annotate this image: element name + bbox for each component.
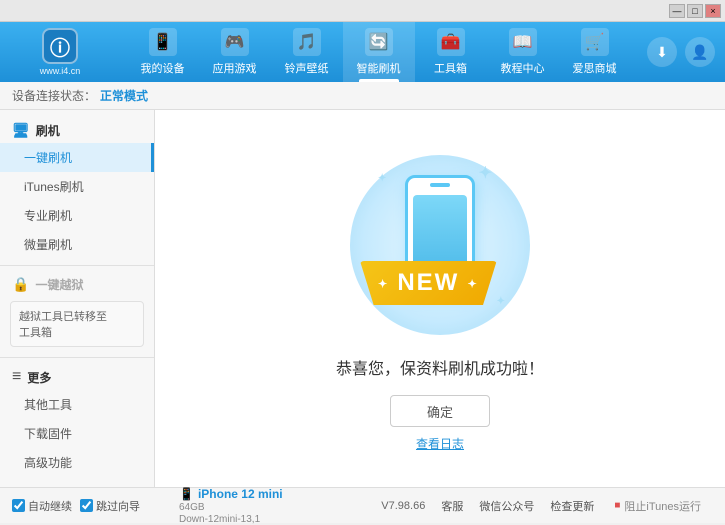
auto-continue-checkbox[interactable] (12, 499, 25, 512)
nav-device-icon: 📱 (149, 28, 177, 56)
more-section-icon: ≡ (12, 368, 21, 386)
close-button[interactable]: × (705, 4, 721, 18)
status-label: 设备连接状态： (12, 87, 96, 104)
jailbreak-notice: 越狱工具已转移至工具箱 (10, 301, 144, 347)
top-nav: ⓘ www.i4.cn 📱 我的设备 🎮 应用游戏 🎵 铃声壁纸 🔄 智能刷机 … (0, 22, 725, 82)
nav-ringtones-label: 铃声壁纸 (285, 60, 329, 76)
device-phone-icon: 📱 (179, 487, 194, 501)
success-illustration: ✦ ✦ ✦ ✦ NEW ✦ (340, 145, 540, 345)
download-button[interactable]: ⬇ (647, 37, 677, 67)
nav-device-label: 我的设备 (141, 60, 185, 76)
check-update-link[interactable]: 检查更新 (550, 498, 594, 514)
minimize-button[interactable]: — (669, 4, 685, 18)
phone-speaker (430, 183, 450, 187)
micro-flash-label: 微量刷机 (24, 236, 72, 253)
itunes-status-text: 阻止iTunes运行 (624, 498, 701, 514)
divider-2 (0, 357, 154, 358)
secondary-link[interactable]: 查看日志 (416, 435, 464, 452)
nav-apps-label: 应用游戏 (213, 60, 257, 76)
nav-items: 📱 我的设备 🎮 应用游戏 🎵 铃声壁纸 🔄 智能刷机 🧰 工具箱 📖 教程中心… (110, 22, 647, 82)
title-bar-buttons: — □ × (669, 4, 721, 18)
stop-icon: ■ (614, 500, 620, 511)
status-bar: 设备连接状态： 正常模式 (0, 82, 725, 110)
new-ribbon-text: ✦ NEW ✦ (360, 261, 497, 305)
nav-ringtones-icon: 🎵 (293, 28, 321, 56)
star-bottom-right: ✦ (497, 296, 505, 307)
nav-item-my-device[interactable]: 📱 我的设备 (127, 22, 199, 82)
sidebar-item-download-firmware[interactable]: 下载固件 (0, 419, 154, 448)
device-name-text: iPhone 12 mini (198, 487, 283, 501)
sidebar-section-flash: 🖥 刷机 (0, 118, 154, 143)
nav-tutorials-label: 教程中心 (501, 60, 545, 76)
star-top-right: ✦ (479, 163, 492, 183)
nav-smart-flash-icon: 🔄 (365, 28, 393, 56)
nav-item-ringtones[interactable]: 🎵 铃声壁纸 (271, 22, 343, 82)
nav-item-apps[interactable]: 🎮 应用游戏 (199, 22, 271, 82)
customer-service-link[interactable]: 客服 (441, 498, 463, 514)
divider-1 (0, 265, 154, 266)
sidebar-item-micro-flash[interactable]: 微量刷机 (0, 230, 154, 259)
nav-store-icon: 🛒 (581, 28, 609, 56)
center-area: ✦ ✦ ✦ ✦ NEW ✦ 恭喜您，保资料刷机成功啦！ 确定 (155, 110, 725, 487)
nav-apps-icon: 🎮 (221, 28, 249, 56)
itunes-status: ■ 阻止iTunes运行 (602, 498, 713, 514)
sidebar-item-other-tools[interactable]: 其他工具 (0, 390, 154, 419)
nav-item-smart-flash[interactable]: 🔄 智能刷机 (343, 22, 415, 82)
user-button[interactable]: 👤 (685, 37, 715, 67)
more-section-label: 更多 (27, 369, 51, 386)
nav-tutorials-icon: 📖 (509, 28, 537, 56)
nav-item-tutorials[interactable]: 📖 教程中心 (487, 22, 559, 82)
title-bar: — □ × (0, 0, 725, 22)
jailbreak-section-label: 一键越狱 (35, 276, 83, 293)
nav-store-label: 爱思商城 (573, 60, 617, 76)
nav-right: ⬇ 👤 (647, 37, 715, 67)
logo-text: www.i4.cn (40, 66, 81, 76)
new-badge: ✦ NEW ✦ (360, 261, 497, 305)
flash-section-label: 刷机 (36, 122, 60, 139)
new-text: NEW (397, 269, 459, 296)
jailbreak-notice-text: 越狱工具已转移至工具箱 (19, 311, 107, 339)
flash-section-icon: 🖥 (12, 122, 30, 139)
bottom-right: V7.98.66 客服 微信公众号 检查更新 (381, 498, 594, 514)
lock-icon: 🔒 (12, 276, 29, 293)
bottom-bar: 自动继续 跳过向导 📱 iPhone 12 mini 64GB Down-12m… (0, 487, 725, 523)
main-content: 🖥 刷机 一键刷机 iTunes刷机 专业刷机 微量刷机 🔒 一键越狱 越狱工具… (0, 110, 725, 487)
nav-toolbox-icon: 🧰 (437, 28, 465, 56)
version-text: V7.98.66 (381, 500, 425, 512)
auto-continue-label: 自动继续 (28, 498, 72, 514)
sidebar-section-jailbreak: 🔒 一键越狱 (0, 272, 154, 297)
star-top-left: ✦ (378, 173, 386, 184)
onekey-flash-label: 一键刷机 (24, 149, 72, 166)
nav-item-toolbox[interactable]: 🧰 工具箱 (415, 22, 487, 82)
sidebar-item-pro-flash[interactable]: 专业刷机 (0, 201, 154, 230)
download-firmware-label: 下载固件 (24, 425, 72, 442)
device-info-area: 📱 iPhone 12 mini 64GB Down-12mini-13,1 (167, 487, 295, 525)
sidebar: 🖥 刷机 一键刷机 iTunes刷机 专业刷机 微量刷机 🔒 一键越狱 越狱工具… (0, 110, 155, 487)
wechat-link[interactable]: 微信公众号 (479, 498, 534, 514)
sidebar-section-more: ≡ 更多 (0, 364, 154, 390)
skip-wizard-label: 跳过向导 (96, 498, 140, 514)
sidebar-item-itunes-flash[interactable]: iTunes刷机 (0, 172, 154, 201)
other-tools-label: 其他工具 (24, 396, 72, 413)
nav-smart-flash-label: 智能刷机 (357, 60, 401, 76)
logo-icon: ⓘ (42, 28, 78, 64)
bottom-left: 自动继续 跳过向导 (12, 498, 167, 514)
nav-item-store[interactable]: 🛒 爱思商城 (559, 22, 631, 82)
skip-wizard-checkbox[interactable] (80, 499, 93, 512)
maximize-button[interactable]: □ (687, 4, 703, 18)
pro-flash-label: 专业刷机 (24, 207, 72, 224)
confirm-button[interactable]: 确定 (390, 395, 490, 427)
sidebar-item-advanced[interactable]: 高级功能 (0, 448, 154, 477)
nav-toolbox-label: 工具箱 (434, 60, 467, 76)
success-text: 恭喜您，保资料刷机成功啦！ (336, 355, 544, 379)
sidebar-item-onekey-flash[interactable]: 一键刷机 (0, 143, 154, 172)
checkbox-skip-wizard[interactable]: 跳过向导 (80, 498, 140, 514)
itunes-flash-label: iTunes刷机 (24, 178, 84, 195)
device-storage: 64GB (179, 502, 283, 513)
advanced-label: 高级功能 (24, 454, 72, 471)
device-name: 📱 iPhone 12 mini (179, 487, 283, 501)
status-value: 正常模式 (100, 87, 148, 104)
logo-area: ⓘ www.i4.cn (10, 28, 110, 76)
checkbox-auto-continue[interactable]: 自动继续 (12, 498, 72, 514)
